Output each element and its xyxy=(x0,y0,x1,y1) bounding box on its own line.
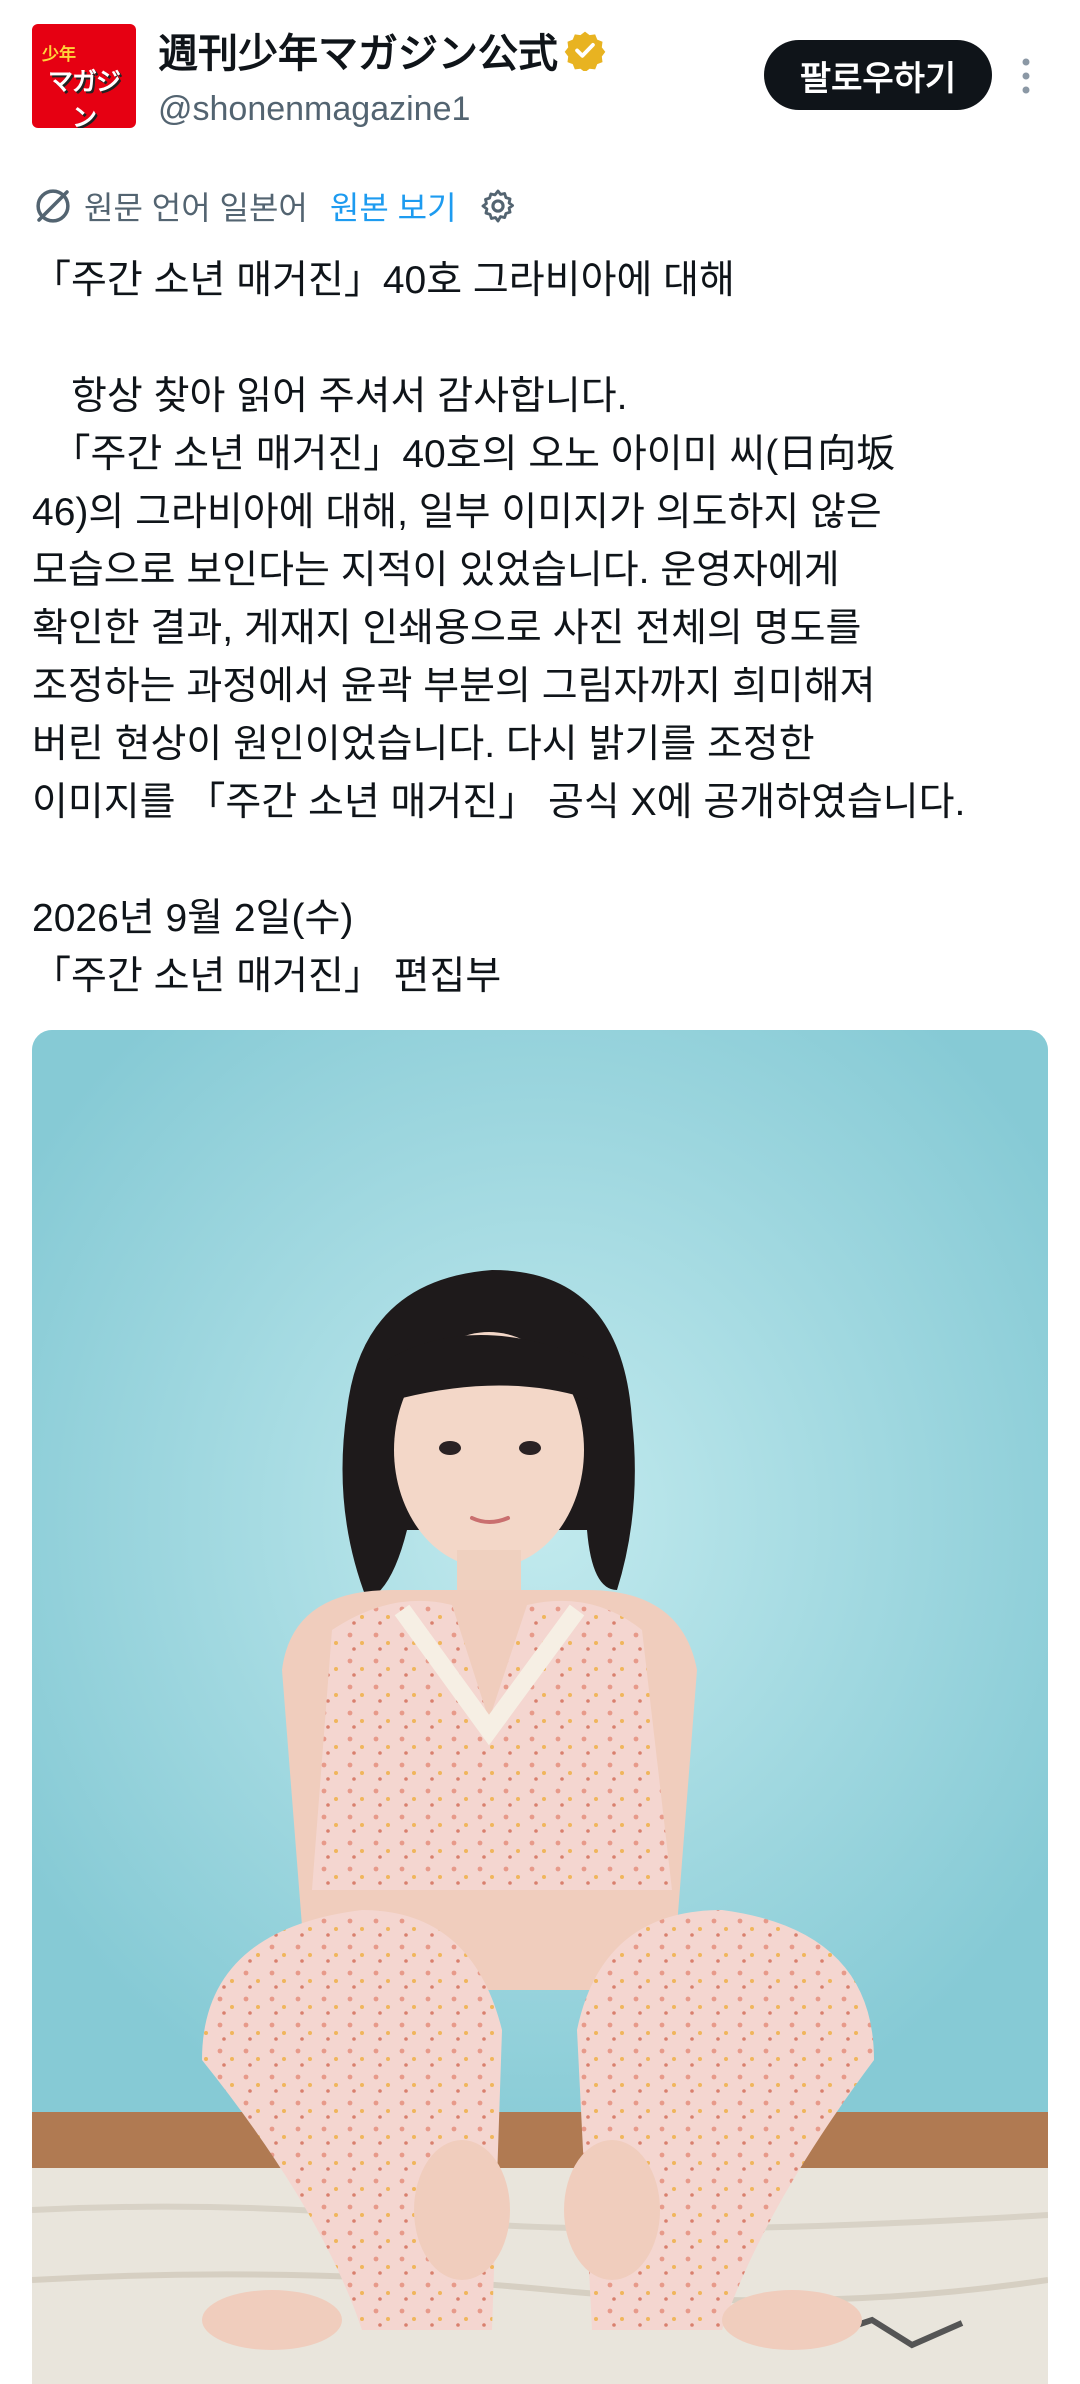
user-handle[interactable]: @shonenmagazine1 xyxy=(158,90,470,129)
tweet-signature: 「주간 소년 매거진」 편집부 xyxy=(32,955,502,998)
translation-bar: 원문 언어 일본어 원본 보기 xyxy=(32,180,517,232)
tweet-line: 조정하는 과정에서 윤곽 부분의 그림자까지 희미해져 xyxy=(32,665,876,708)
show-original-link[interactable]: 원본 보기 xyxy=(330,183,457,229)
tweet-line: 확인한 결과, 게재지 인쇄용으로 사진 전체의 명도를 xyxy=(32,607,862,650)
display-name[interactable]: 週刊少年マガジン公式 xyxy=(158,21,558,79)
avatar[interactable]: 少年 マガジン xyxy=(32,24,136,128)
tweet-line: 이미지를 「주간 소년 매거진」 공식 X에 공개하였습니다. xyxy=(32,781,966,824)
tweet-line: 「주간 소년 매거진」40호 그라비아에 대해 xyxy=(32,259,735,302)
verified-badge-icon xyxy=(564,31,606,71)
tweet-date: 2026년 9월 2일(수) xyxy=(32,897,354,940)
gear-icon[interactable] xyxy=(479,187,517,225)
tweet-photo[interactable] xyxy=(32,1030,1048,2384)
more-vertical-icon[interactable] xyxy=(1014,56,1038,96)
tweet-line: 46)의 그라비아에 대해, 일부 이미지가 의도하지 않은 xyxy=(32,491,882,534)
tweet-line: 버린 현상이 원인이었습니다. 다시 밝기를 조정한 xyxy=(32,723,815,766)
tweet-header: 少年 マガジン 週刊少年マガジン公式 @shonenmagazine1 팔로우하… xyxy=(0,0,1080,150)
translate-globe-icon xyxy=(36,189,70,223)
follow-button[interactable]: 팔로우하기 xyxy=(764,40,992,110)
tweet-line: 모습으로 보인다는 지적이 있었습니다. 운영자에게 xyxy=(32,549,840,592)
tweet-line: 「주간 소년 매거진」40호의 오노 아이미 씨(日向坂 xyxy=(32,433,896,476)
tweet-line: 항상 찾아 읽어 주셔서 감사합니다. xyxy=(32,375,628,418)
name-row: 週刊少年マガジン公式 xyxy=(158,22,606,78)
avatar-logo-text: マガジン xyxy=(47,68,121,128)
photo-illustration xyxy=(32,1030,1048,2384)
tweet-text: 「주간 소년 매거진」40호 그라비아에 대해 항상 찾아 읽어 주셔서 감사합… xyxy=(32,252,1052,1006)
translation-language-note: 원문 언어 일본어 xyxy=(84,190,308,226)
